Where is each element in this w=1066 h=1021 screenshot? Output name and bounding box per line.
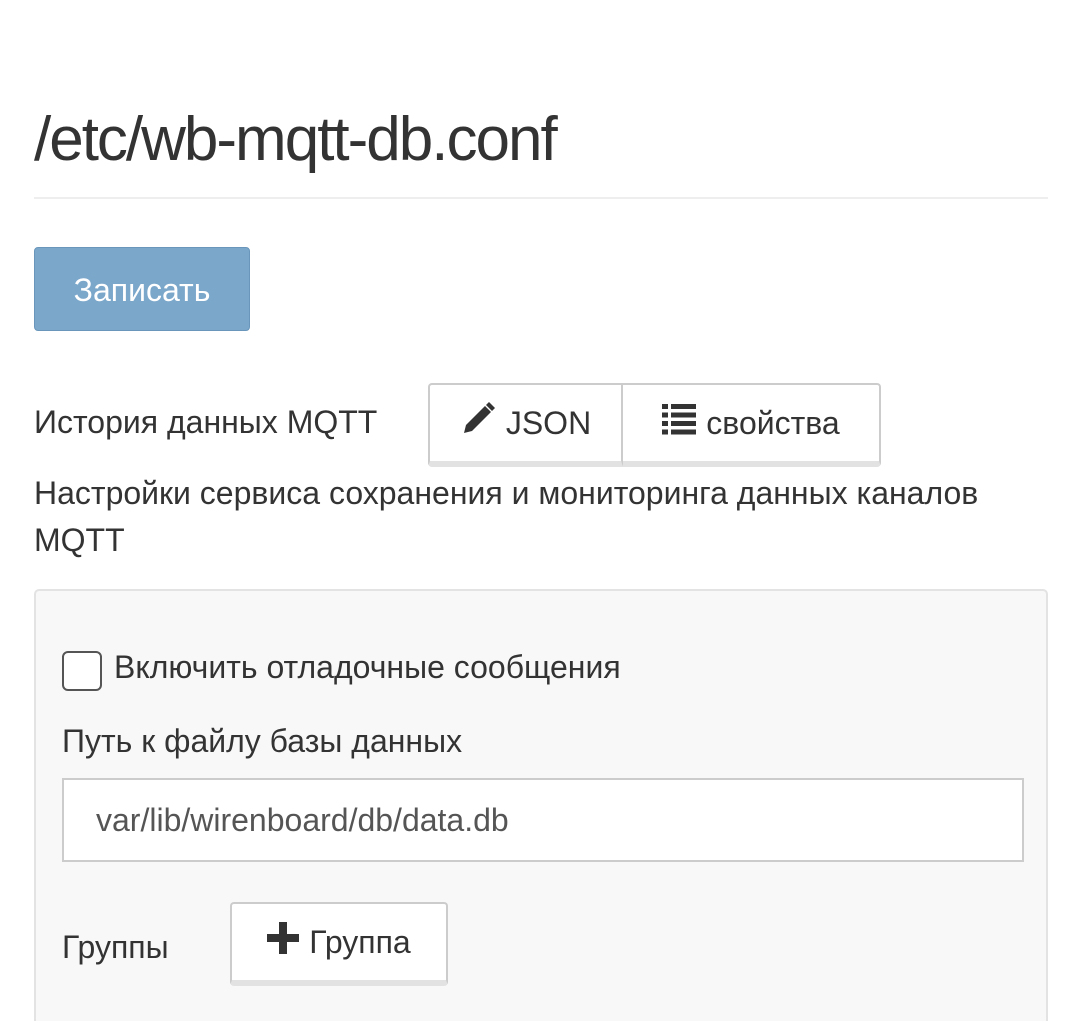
plus-icon (267, 922, 300, 962)
section-title: История данных MQTT (34, 404, 378, 440)
properties-view-label: свойства (706, 404, 840, 441)
page-title: /etc/wb-mqtt-db.conf (34, 105, 558, 174)
list-icon (662, 403, 697, 443)
settings-panel: Включить отладочные сообщения Путь к фай… (34, 589, 1048, 1021)
groups-label: Группы (62, 929, 169, 965)
view-mode-toggle: JSON свойства (428, 383, 881, 467)
config-page: /etc/wb-mqtt-db.conf Записать История да… (0, 0, 1066, 1021)
db-path-label: Путь к файлу базы данных (62, 723, 463, 759)
properties-view-button[interactable]: свойства (623, 383, 881, 467)
debug-checkbox-label[interactable]: Включить отладочные сообщения (114, 647, 621, 687)
debug-checkbox-row: Включить отладочные сообщения (62, 647, 621, 691)
title-divider (34, 197, 1048, 199)
add-group-button[interactable]: Группа (230, 902, 448, 986)
db-path-input[interactable] (62, 778, 1024, 862)
save-button[interactable]: Записать (34, 247, 250, 331)
debug-checkbox[interactable] (62, 651, 102, 691)
add-group-label: Группа (309, 923, 411, 960)
section-description: Настройки сервиса сохранения и мониторин… (34, 475, 979, 558)
json-view-button[interactable]: JSON (428, 383, 623, 467)
json-view-label: JSON (505, 404, 592, 441)
pencil-icon (460, 401, 496, 445)
